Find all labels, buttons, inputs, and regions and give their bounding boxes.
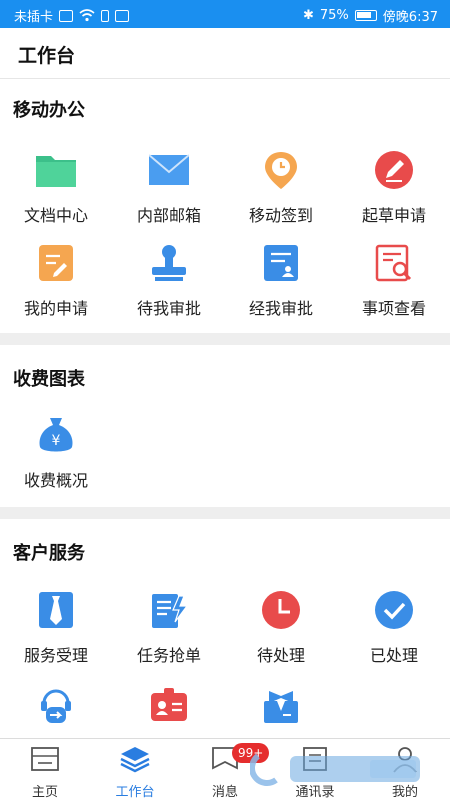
grid-item-draft-application[interactable]: 起草申请 [338,150,450,230]
grid-item-document-center[interactable]: 文档中心 [0,150,112,230]
grid-item-label: 已处理 [369,646,418,665]
grid-item-view-matters[interactable]: 事项查看 [338,243,450,323]
grid-item-label: 移动签到 [248,206,313,225]
edit-document-icon [39,245,73,281]
document-user-icon [264,245,298,281]
grid-item-fee-overview[interactable]: ¥ 收费概况 [0,415,112,495]
watermark-logo [250,753,420,786]
grid-item-pending-my-approval[interactable]: 待我审批 [113,243,225,323]
status-bar: 未插卡 ✱ 75% 傍晚6:37 [0,0,450,28]
tab-label: 主页 [31,785,58,800]
section-divider [0,333,450,345]
grid-item-my-applications[interactable]: 我的申请 [0,243,112,323]
grid-item-service-acceptance[interactable]: 服务受理 [0,590,112,670]
grid-item-label: 服务受理 [23,646,88,665]
grid-item-label: 起草申请 [361,206,426,225]
tie-icon [39,592,73,628]
battery-percent: 75% [319,8,349,23]
grid-item-label: 收费概况 [23,471,88,490]
staff-icon [264,691,298,723]
sim-icon [59,9,74,22]
battery-icon [354,10,377,21]
task-grab-icon [152,594,189,628]
wifi-icon [79,9,95,22]
mail-icon [149,154,189,185]
page-title: 工作台 [18,45,76,67]
section-title-customer-service: 客户服务 [13,543,85,564]
grid-item-internal-mail[interactable]: 内部邮箱 [113,150,225,230]
grid-item-task-grab[interactable]: 任务抢单 [113,590,225,670]
grid-item-label: 经我审批 [248,299,313,318]
tab-label: 工作台 [115,785,155,800]
check-circle-icon [375,591,413,629]
grid-item-label: 我的申请 [23,299,88,318]
page-header: 工作台 [0,28,450,79]
grid-item-label: 内部邮箱 [136,206,201,225]
carrier-text: 未插卡 [14,10,54,25]
tab-workbench[interactable]: 工作台 [90,739,180,801]
location-clock-icon [265,152,297,189]
grid-item-approved-by-me[interactable]: 经我审批 [225,243,337,323]
section-title-mobile-office: 移动办公 [13,100,85,121]
money-bag-icon: ¥ [39,418,73,452]
grid-item-label: 文档中心 [23,206,88,225]
grid-item-processed[interactable]: 已处理 [338,590,450,670]
grid-item-label: 待我审批 [136,299,201,318]
bluetooth-icon: ✱ [302,8,314,23]
section-title-fee-charts: 收费图表 [13,369,85,390]
section-divider [0,507,450,519]
grid-item-mobile-checkin[interactable]: 移动签到 [225,150,337,230]
pen-icon [375,151,413,189]
grid-item-label: 待处理 [256,646,305,665]
grid-item-label: 任务抢单 [136,646,201,665]
stamp-icon [152,245,186,281]
storage-icon [101,9,110,22]
home-icon [31,747,59,771]
headset-icon [41,689,71,723]
folder-icon [36,156,76,187]
tab-home[interactable]: 主页 [0,739,90,801]
clock-icon [262,591,300,629]
id-card-icon [151,688,187,721]
grid-item-pending[interactable]: 待处理 [225,590,337,670]
grid-item-label: 事项查看 [361,299,426,318]
layers-icon [120,747,150,773]
clock-text: 傍晚6:37 [382,10,438,25]
svg-text:¥: ¥ [52,433,61,449]
document-search-icon [375,244,412,282]
home-status-icon [115,9,130,22]
